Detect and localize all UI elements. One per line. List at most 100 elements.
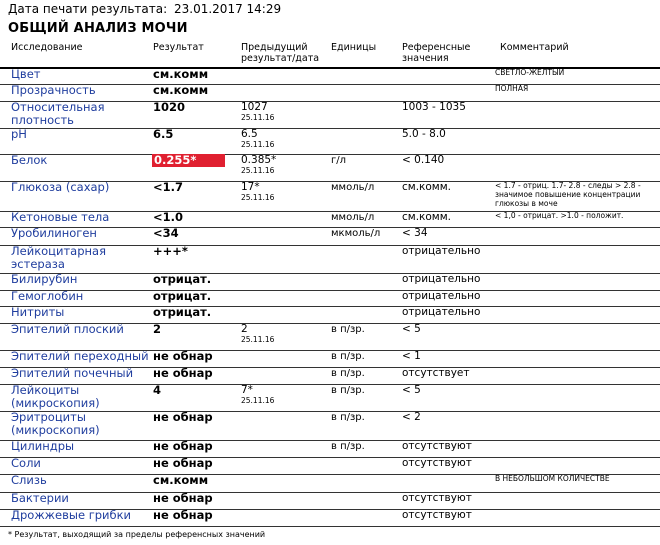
previous-result: 1027	[241, 101, 268, 113]
units: в п/зр.	[331, 385, 365, 396]
table-row: Дрожжевые грибки не обнар отсутствуют	[0, 509, 660, 527]
result-value: 4	[153, 383, 162, 397]
result-value: не обнар	[153, 349, 213, 363]
reference-range: 5.0 - 8.0	[402, 128, 446, 140]
table-row: Белок 0.255* 0.385* 25.11.16 г/л < 0.140	[0, 154, 660, 182]
units: г/л	[331, 155, 347, 166]
reference-range: отрицательно	[402, 245, 481, 257]
reference-range: отрицательно	[402, 290, 481, 302]
table-row: Эпителий плоский 2 2 25.11.16 в п/зр. < 5	[0, 323, 660, 351]
result-value: не обнар	[153, 410, 213, 424]
units: ммоль/л	[331, 182, 375, 193]
test-name: Относительная плотность	[11, 100, 105, 127]
result-value: см.комм	[153, 473, 209, 487]
test-name: Кетоновые тела	[11, 210, 110, 224]
table-row: Глюкоза (сахар) <1.7 17* 25.11.16 ммоль/л см.…	[0, 181, 660, 212]
test-name: Бактерии	[11, 491, 69, 505]
test-name: Цилиндры	[11, 439, 75, 453]
reference-range: < 5	[402, 384, 421, 396]
units: в п/зр.	[331, 351, 365, 362]
previous-date: 25.11.16	[241, 166, 275, 175]
comment: < 1,0 - отрицат. >1.0 - положит.	[495, 211, 624, 220]
table-row: Цвет см.комм СВЕТЛО-ЖЕЛТЫЙ	[0, 68, 660, 85]
table-row: Лейкоциты (микроскопия) 4 7* 25.11.16 в п/зр…	[0, 384, 660, 412]
table-row: Билирубин отрицат. отрицательно	[0, 273, 660, 291]
result-value: см.комм	[153, 67, 209, 81]
result-value: <1.0	[153, 210, 184, 224]
header-reference: Референсные значения	[402, 42, 471, 64]
table-row: Кетоновые тела <1.0 ммоль/л см.комм. < 1,0 -…	[0, 211, 660, 228]
test-name: Лейкоциты (микроскопия)	[11, 383, 100, 410]
previous-date: 25.11.16	[241, 113, 275, 122]
test-name: Нитриты	[11, 305, 65, 319]
result-value: <34	[153, 226, 179, 240]
result-value: см.комм	[153, 83, 209, 97]
table-row: Лейкоцитарная эстераза +++* отрицательно	[0, 245, 660, 274]
reference-range: 1003 - 1035	[402, 101, 466, 113]
print-date-value: 23.01.2017 14:29	[174, 2, 282, 16]
table-row: Относительная плотность 1020 1027 25.11.16 1…	[0, 101, 660, 129]
result-value: +++*	[153, 244, 188, 258]
test-name: Лейкоцитарная эстераза	[11, 244, 107, 271]
result-value: не обнар	[153, 491, 213, 505]
footnote: * Результат, выходящий за пределы рефере…	[8, 530, 266, 539]
test-name: Цвет	[11, 67, 41, 81]
reference-range: < 0.140	[402, 154, 445, 166]
result-value: отрицат.	[153, 289, 212, 303]
header-result: Результат	[153, 42, 204, 53]
header-comment: Комментарий	[500, 42, 569, 53]
reference-range: отсутствует	[402, 367, 470, 379]
test-name: Белок	[11, 153, 48, 167]
reference-range: отсутствуют	[402, 509, 472, 521]
document-title: ОБЩИЙ АНАЛИЗ МОЧИ	[8, 21, 188, 36]
reference-range: см.комм.	[402, 211, 451, 223]
table-row: Соли не обнар отсутствуют	[0, 457, 660, 475]
reference-range: < 2	[402, 411, 421, 423]
print-date-line: Дата печати результата: 23.01.2017 14:29	[8, 2, 281, 16]
print-date-label: Дата печати результата:	[8, 2, 168, 16]
result-value: не обнар	[153, 456, 213, 470]
test-name: pH	[11, 127, 27, 141]
table-row: Эритроциты (микроскопия) не обнар в п/зр. <…	[0, 411, 660, 441]
header-units: Единицы	[331, 42, 377, 53]
test-name: Уробилиноген	[11, 226, 97, 240]
result-value: 1020	[153, 100, 186, 114]
previous-date: 25.11.16	[241, 193, 275, 202]
test-name: Прозрачность	[11, 83, 96, 97]
table-row: Эпителий почечный не обнар в п/зр. отсутств…	[0, 367, 660, 385]
units: в п/зр.	[331, 368, 365, 379]
previous-result: 7*	[241, 384, 253, 396]
result-value: 2	[153, 322, 162, 336]
result-value: отрицат.	[153, 305, 212, 319]
test-name: Гемоглобин	[11, 289, 84, 303]
previous-result: 6.5	[241, 128, 258, 140]
comment: СВЕТЛО-ЖЕЛТЫЙ	[495, 68, 565, 77]
result-value: не обнар	[153, 439, 213, 453]
previous-result: 2	[241, 323, 248, 335]
previous-date: 25.11.16	[241, 335, 275, 344]
units: ммоль/л	[331, 212, 375, 223]
reference-range: отрицательно	[402, 306, 481, 318]
table-row: pH 6.5 6.5 25.11.16 5.0 - 8.0	[0, 128, 660, 155]
result-value: не обнар	[153, 508, 213, 522]
result-value-flagged: 0.255*	[152, 154, 225, 167]
comment: ПОЛНАЯ	[495, 84, 529, 93]
previous-result: 0.385*	[241, 154, 277, 166]
comment: < 1.7 - отриц. 1.7- 2.8 - следы > 2.8 - …	[495, 181, 641, 208]
result-value: не обнар	[153, 366, 213, 380]
header-previous: Предыдущий результат/дата	[241, 42, 320, 64]
test-name: Глюкоза (сахар)	[11, 180, 110, 194]
table-header: Исследование Результат Предыдущий резуль…	[0, 41, 660, 69]
previous-date: 25.11.16	[241, 396, 275, 405]
test-name: Эпителий почечный	[11, 366, 134, 380]
reference-range: < 5	[402, 323, 421, 335]
test-name: Эпителий плоский	[11, 322, 124, 336]
table-row: Цилиндры не обнар в п/зр. отсутствуют	[0, 440, 660, 458]
table-row: Слизь см.комм В НЕБОЛЬШОМ КОЛИЧЕСТВЕ	[0, 474, 660, 493]
result-value: 6.5	[153, 127, 174, 141]
reference-range: отсутствуют	[402, 492, 472, 504]
test-name: Дрожжевые грибки	[11, 508, 132, 522]
test-name: Билирубин	[11, 272, 78, 286]
header-test: Исследование	[11, 42, 83, 53]
units: в п/зр.	[331, 324, 365, 335]
